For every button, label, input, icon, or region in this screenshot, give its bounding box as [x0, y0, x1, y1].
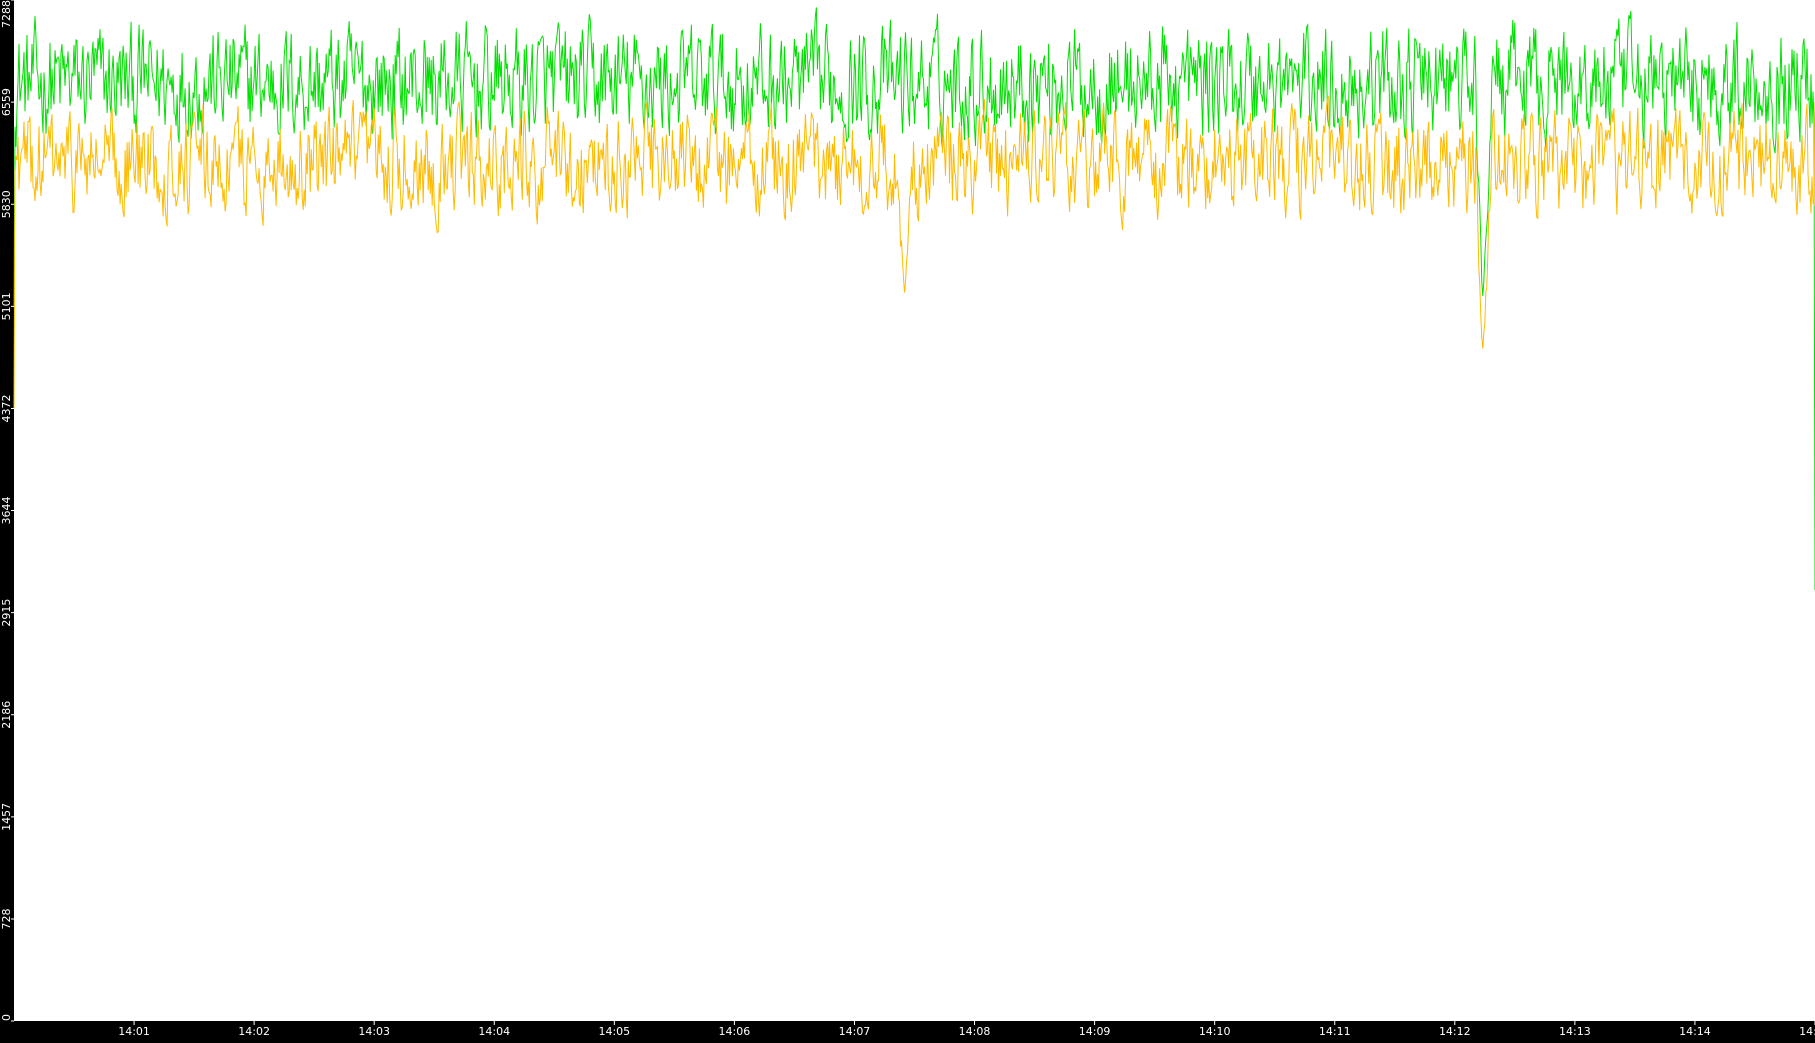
x-tick-label: 14:05	[598, 1025, 630, 1038]
y-tick-label: 0	[0, 1014, 13, 1021]
x-tick-label: 14:06	[719, 1025, 751, 1038]
y-tick-label: 1457	[0, 803, 13, 831]
chart-container: 0 728 1457 2186 2915 3644 4372 5101 5830 6559 7288…	[0, 0, 1815, 1039]
x-tick-label: 14:15	[1799, 1025, 1815, 1038]
x-tick-label: 14:07	[839, 1025, 871, 1038]
y-tick-label: 7288	[0, 0, 13, 28]
y-tick-label: 2915	[0, 599, 13, 627]
x-tick-label: 14:04	[478, 1025, 510, 1038]
x-tick-label: 14:10	[1199, 1025, 1231, 1038]
x-tick-label: 14:12	[1439, 1025, 1471, 1038]
y-tick-label: 3644	[0, 497, 13, 525]
y-tick-label: 4372	[0, 395, 13, 423]
x-tick-label: 14:03	[358, 1025, 390, 1038]
y-axis: 0 728 1457 2186 2915 3644 4372 5101 5830 6559 7288	[0, 0, 14, 1022]
x-tick-label: 14:13	[1559, 1025, 1591, 1038]
y-tick-label: 6559	[0, 88, 13, 116]
x-tick-label: 14:11	[1319, 1025, 1351, 1038]
y-tick-label: 728	[0, 909, 13, 930]
line-chart: 0 728 1457 2186 2915 3644 4372 5101 5830 6559 7288…	[0, 0, 1815, 1038]
y-tick-label: 5830	[0, 190, 13, 218]
x-axis: 14:01 14:02 14:03 14:04 14:05 14:06 14:07 14:08…	[118, 1021, 1815, 1038]
y-tick-label: 5101	[0, 292, 13, 320]
x-tick-label: 14:01	[118, 1025, 150, 1038]
x-tick-label: 14:08	[959, 1025, 991, 1038]
y-tick-label: 2186	[0, 701, 13, 729]
x-tick-label: 14:02	[238, 1025, 270, 1038]
x-tick-label: 14:14	[1679, 1025, 1711, 1038]
x-tick-label: 14:09	[1079, 1025, 1111, 1038]
